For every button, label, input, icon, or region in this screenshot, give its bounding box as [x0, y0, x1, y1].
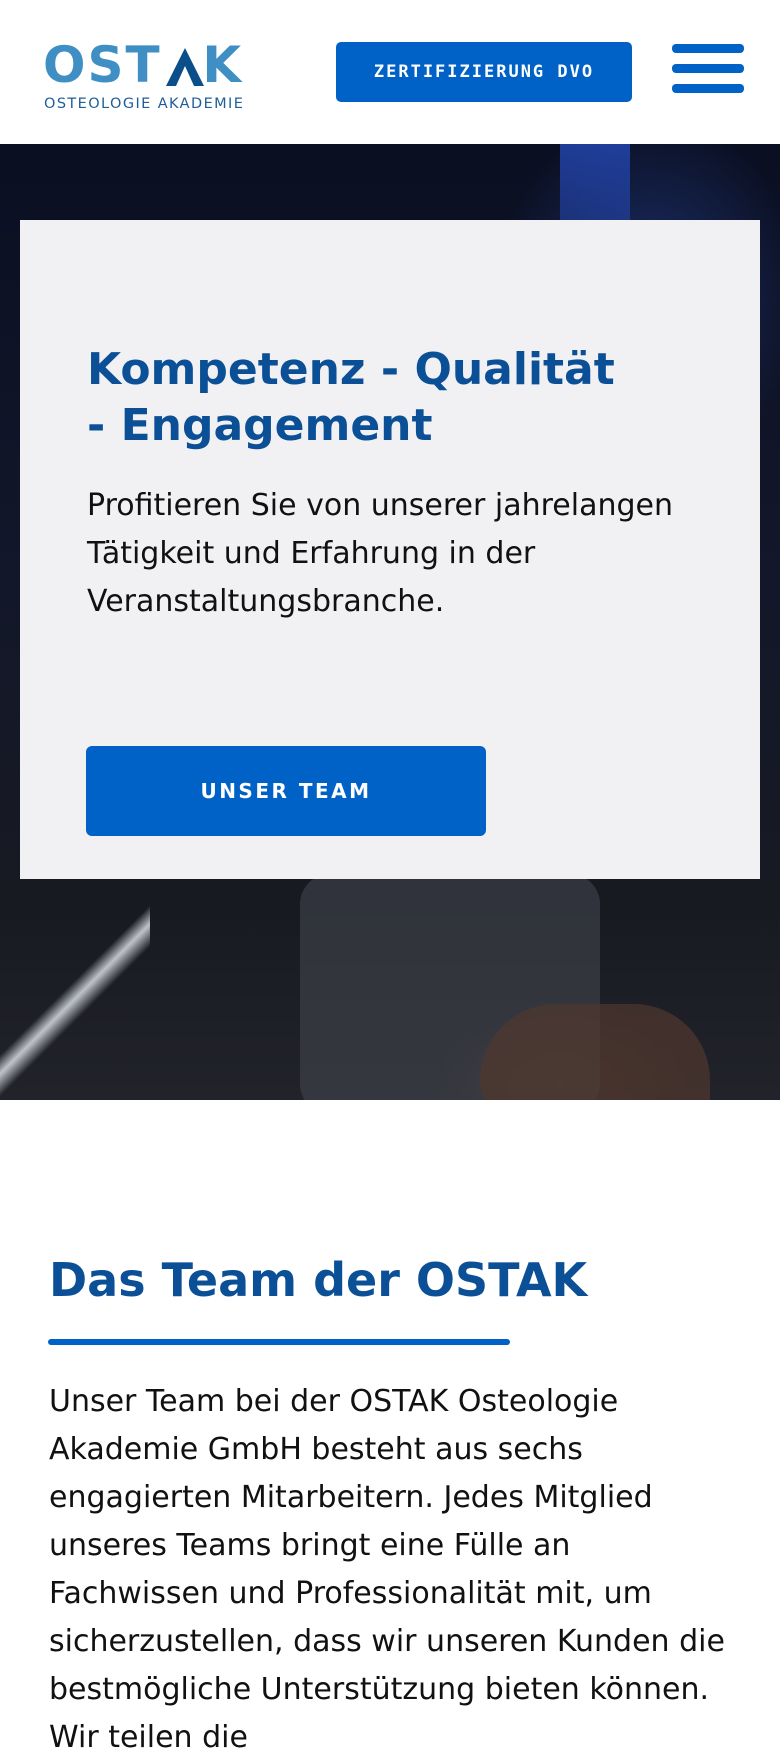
team-description: Unser Team bei der OSTAK Osteologie Akad…	[49, 1384, 725, 1755]
hero-card: Kompetenz - Qualität - Engagement Profit…	[20, 220, 760, 879]
hero-background-reflection	[0, 884, 150, 1100]
title-underline	[48, 1339, 510, 1345]
logo-wordmark: OSTAK	[43, 36, 244, 94]
hero-background-hand	[480, 1004, 710, 1100]
hero-title: Kompetenz - Qualität - Engagement	[87, 344, 615, 451]
zertifizierung-dvo-button[interactable]: ZERTIFIZIERUNG DVO	[336, 42, 632, 102]
hamburger-menu-icon[interactable]	[672, 44, 744, 100]
ostak-logo[interactable]: OSTAK OSTEOLOGIE AKADEMIE	[43, 40, 253, 115]
unser-team-button[interactable]: UNSER TEAM	[86, 746, 486, 836]
team-title: Das Team der OSTAK	[49, 1253, 588, 1307]
logo-subtitle: OSTEOLOGIE AKADEMIE	[44, 96, 245, 112]
site-header: OSTAK OSTEOLOGIE AKADEMIE ZERTIFIZIERUNG…	[0, 0, 780, 144]
hero-text: Profitieren Sie von unserer jahrelangen …	[87, 488, 673, 619]
hero-section: Kompetenz - Qualität - Engagement Profit…	[0, 144, 780, 1100]
